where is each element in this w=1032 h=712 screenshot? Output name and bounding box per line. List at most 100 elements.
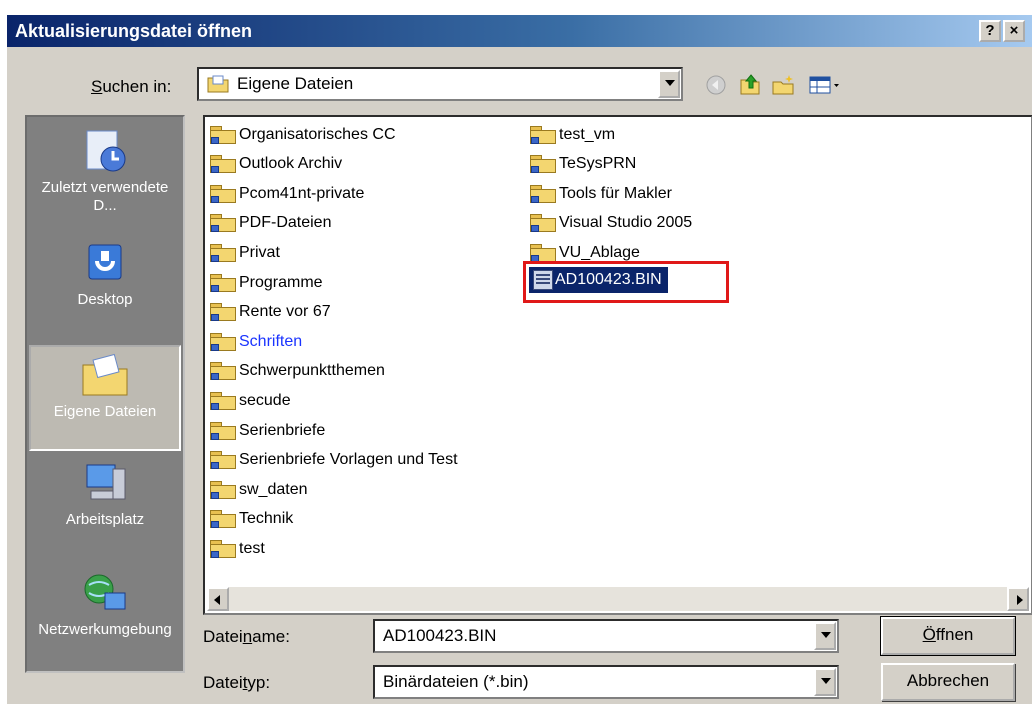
folder-item[interactable]: Outlook Archiv bbox=[209, 151, 342, 178]
folder-label: Tools für Makler bbox=[559, 184, 672, 202]
folder-label: TeSysPRN bbox=[559, 155, 637, 173]
folder-label: sw_daten bbox=[239, 480, 308, 498]
place-my-computer[interactable]: Arbeitsplatz bbox=[29, 455, 181, 561]
lookin-label: Suchen in: bbox=[91, 77, 172, 96]
folder-item[interactable]: Schwerpunktthemen bbox=[209, 358, 385, 385]
folder-label: Outlook Archiv bbox=[239, 155, 343, 173]
folder-label: Schriften bbox=[239, 332, 303, 350]
chevron-down-icon[interactable] bbox=[814, 668, 836, 696]
shared-folder-icon bbox=[529, 184, 557, 204]
open-file-dialog: Aktualisierungsdatei öffnen ? × Suchen i… bbox=[6, 14, 1032, 704]
filename-label: Dateiname: bbox=[203, 627, 290, 646]
folder-item[interactable]: TeSysPRN bbox=[529, 151, 636, 178]
place-desktop[interactable]: Desktop bbox=[29, 235, 181, 341]
scroll-right-button[interactable] bbox=[1007, 587, 1029, 611]
folder-label: secude bbox=[239, 391, 291, 409]
filetype-dropdown[interactable]: Binärdateien (*.bin) bbox=[373, 665, 839, 699]
filetype-value: Binärdateien (*.bin) bbox=[383, 672, 529, 691]
folder-label: Serienbriefe bbox=[239, 421, 326, 439]
folder-item[interactable]: Technik bbox=[209, 506, 293, 533]
filetype-label: Dateityp: bbox=[203, 673, 271, 692]
place-label: Eigene Dateien bbox=[53, 403, 157, 420]
open-button[interactable]: Öffnen bbox=[880, 616, 1016, 656]
lookin-dropdown[interactable]: Eigene Dateien bbox=[197, 67, 683, 101]
folder-item[interactable]: Programme bbox=[209, 269, 323, 296]
place-label: Netzwerkumgebung bbox=[38, 621, 172, 638]
folder-label: Pcom41nt-private bbox=[239, 184, 365, 202]
folder-item[interactable]: Organisatorisches CC bbox=[209, 121, 396, 148]
lookin-value: Eigene Dateien bbox=[237, 74, 354, 93]
folder-label: Privat bbox=[239, 243, 280, 261]
chevron-down-icon[interactable] bbox=[814, 622, 836, 650]
cancel-button[interactable]: Abbrechen bbox=[881, 663, 1015, 701]
folder-item[interactable]: secude bbox=[209, 387, 291, 414]
folder-item[interactable]: PDF-Dateien bbox=[209, 210, 331, 237]
folder-item[interactable]: sw_daten bbox=[209, 476, 308, 503]
shared-folder-icon bbox=[209, 480, 237, 500]
folder-item[interactable]: Privat bbox=[209, 239, 280, 266]
folder-label: Serienbriefe Vorlagen und Test bbox=[239, 451, 458, 469]
folder-label: Programme bbox=[239, 273, 323, 291]
folder-label: test bbox=[239, 539, 265, 557]
shared-folder-icon bbox=[209, 421, 237, 441]
folder-item[interactable]: Serienbriefe bbox=[209, 417, 325, 444]
shared-folder-icon bbox=[529, 154, 557, 174]
place-recent[interactable]: Zuletzt verwendete D... bbox=[29, 123, 181, 229]
place-label: Arbeitsplatz bbox=[65, 511, 145, 528]
folder-item[interactable]: test_vm bbox=[529, 121, 615, 148]
shared-folder-icon bbox=[209, 184, 237, 204]
shared-folder-icon bbox=[209, 125, 237, 145]
back-icon[interactable] bbox=[703, 72, 729, 98]
shared-folder-icon bbox=[209, 361, 237, 381]
my-documents-icon bbox=[79, 353, 131, 399]
folder-label: Technik bbox=[239, 510, 294, 528]
folder-label: Rente vor 67 bbox=[239, 303, 331, 321]
folder-item[interactable]: Rente vor 67 bbox=[209, 299, 331, 326]
folder-item[interactable]: Schriften bbox=[209, 328, 302, 355]
recent-documents-icon bbox=[79, 129, 131, 175]
title-bar[interactable]: Aktualisierungsdatei öffnen ? × bbox=[7, 15, 1032, 47]
network-icon bbox=[79, 571, 131, 617]
help-button[interactable]: ? bbox=[979, 20, 1001, 42]
place-label: Desktop bbox=[77, 291, 133, 308]
horizontal-scrollbar[interactable] bbox=[207, 587, 1029, 611]
shared-folder-icon bbox=[529, 125, 557, 145]
close-button[interactable]: × bbox=[1003, 20, 1025, 42]
shared-folder-icon bbox=[209, 273, 237, 293]
scroll-left-button[interactable] bbox=[207, 587, 229, 611]
folder-item[interactable]: Tools für Makler bbox=[529, 180, 672, 207]
view-menu-icon[interactable] bbox=[807, 72, 845, 98]
shared-folder-icon bbox=[529, 213, 557, 233]
filename-value: AD100423.BIN bbox=[383, 626, 497, 645]
up-folder-icon[interactable] bbox=[737, 72, 763, 98]
shared-folder-icon bbox=[209, 509, 237, 529]
my-computer-icon bbox=[79, 461, 131, 507]
shared-folder-icon bbox=[209, 302, 237, 322]
selected-file-item[interactable]: AD100423.BIN bbox=[529, 267, 668, 293]
file-list[interactable]: VU_Ablage Visual Studio 2005 Tools für Mak… bbox=[203, 115, 1032, 615]
new-folder-icon[interactable] bbox=[771, 72, 797, 98]
folder-label: Visual Studio 2005 bbox=[559, 214, 693, 232]
place-my-documents[interactable]: Eigene Dateien bbox=[29, 345, 181, 451]
place-label: Zuletzt verwendete D... bbox=[41, 179, 169, 214]
window-title: Aktualisierungsdatei öffnen bbox=[15, 21, 253, 41]
places-bar: Zuletzt verwendete D... Desktop Eigene D… bbox=[25, 115, 185, 673]
binary-file-icon bbox=[533, 270, 553, 290]
shared-folder-icon bbox=[209, 450, 237, 470]
desktop-icon bbox=[79, 241, 131, 287]
shared-folder-icon bbox=[209, 391, 237, 411]
folder-item[interactable]: Visual Studio 2005 bbox=[529, 210, 692, 237]
shared-folder-icon bbox=[529, 243, 557, 263]
folder-item[interactable]: test bbox=[209, 535, 265, 562]
chevron-down-icon[interactable] bbox=[658, 70, 680, 98]
shared-folder-icon bbox=[209, 213, 237, 233]
filename-input[interactable]: AD100423.BIN bbox=[373, 619, 839, 653]
shared-folder-icon bbox=[209, 539, 237, 559]
folder-item[interactable]: Serienbriefe Vorlagen und Test bbox=[209, 447, 458, 474]
folder-label: Organisatorisches CC bbox=[239, 125, 396, 143]
folder-item[interactable]: Pcom41nt-private bbox=[209, 180, 364, 207]
shared-folder-icon bbox=[209, 154, 237, 174]
folder-label: Schwerpunktthemen bbox=[239, 362, 385, 380]
place-network[interactable]: Netzwerkumgebung bbox=[29, 565, 181, 671]
folder-label: test_vm bbox=[559, 125, 616, 143]
